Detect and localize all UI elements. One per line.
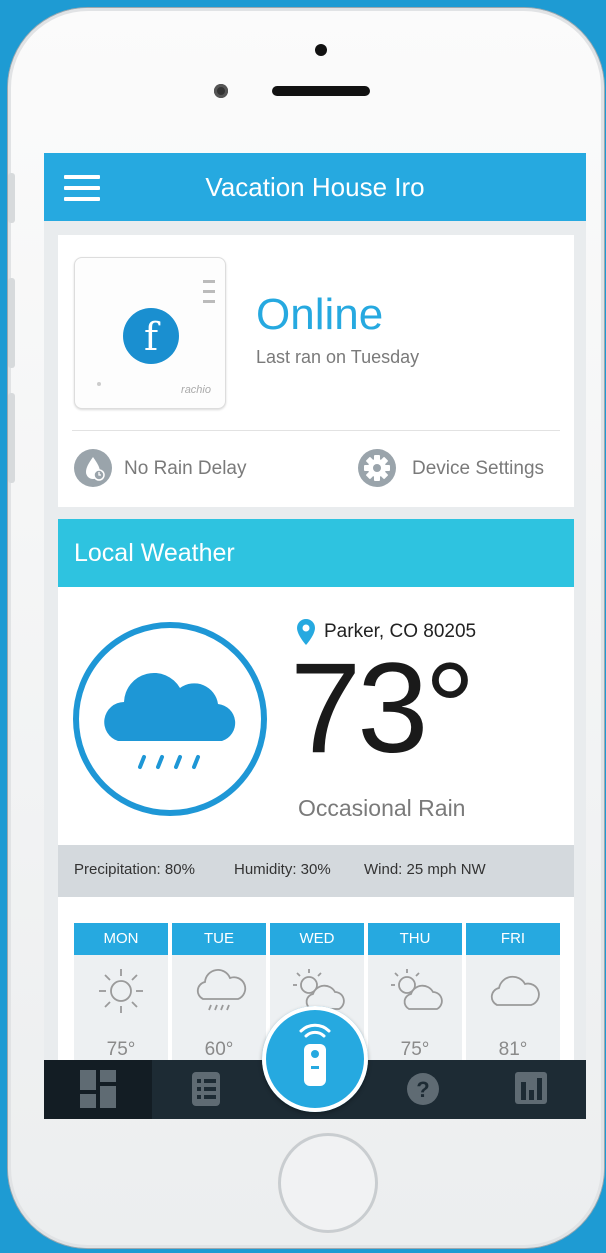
divider (72, 430, 560, 431)
led-indicators (203, 280, 215, 310)
forecast-day-label: WED (270, 923, 364, 955)
earpiece-speaker (272, 86, 370, 96)
device-status: Online (256, 290, 384, 339)
app-title: Vacation House Iro (205, 172, 425, 202)
forecast-temp: 60° (204, 1039, 234, 1060)
device-brand-label: rachio (181, 384, 211, 396)
cloud-icon (490, 975, 540, 1006)
forecast-day-label: THU (368, 923, 462, 955)
gear-icon (358, 449, 396, 487)
rain-cloud-icon (196, 969, 247, 1011)
volume-up-button (8, 278, 15, 368)
nav-dashboard[interactable] (44, 1060, 152, 1119)
mute-switch (8, 173, 15, 223)
forecast-day-label: TUE (172, 923, 266, 955)
sun-icon (99, 969, 143, 1013)
list-icon (192, 1072, 220, 1106)
reports-icon (515, 1072, 547, 1104)
forecast-day-label: FRI (466, 923, 560, 955)
controller-image: f rachio (74, 257, 226, 409)
device-settings-label: Device Settings (412, 458, 545, 479)
dashboard-icon (80, 1070, 116, 1108)
current-temperature: 73° (290, 637, 476, 780)
precipitation-stat: Precipitation: 80% (74, 861, 195, 878)
forecast-temp: 81° (498, 1039, 528, 1060)
device-status-card: f rachio Online Last ran on Tuesday No R… (58, 235, 574, 507)
rain-delay-label: No Rain Delay (124, 458, 247, 479)
forecast-temp: 75° (400, 1039, 430, 1060)
quick-run-remote-button[interactable] (262, 1006, 368, 1112)
proximity-sensor (315, 44, 327, 56)
help-icon: ? (407, 1073, 439, 1105)
svg-text:?: ? (416, 1077, 429, 1102)
weather-title: Local Weather (74, 539, 235, 567)
weather-stats-bar: Precipitation: 80% Humidity: 30% Wind: 2… (58, 845, 574, 897)
app-bar: Vacation House Iro (44, 153, 586, 221)
rain-cloud-icon (73, 622, 267, 816)
remote-icon (299, 1023, 331, 1086)
forecast-day-label: MON (74, 923, 168, 955)
weather-condition: Occasional Rain (298, 795, 466, 821)
rachio-logo-icon: f (123, 308, 179, 364)
last-ran-text: Last ran on Tuesday (256, 347, 420, 367)
nav-schedules[interactable] (152, 1060, 260, 1119)
nav-reports[interactable] (477, 1060, 585, 1119)
humidity-stat: Humidity: 30% (234, 861, 331, 878)
wind-stat: Wind: 25 mph NW (364, 861, 486, 878)
rain-delay-icon (74, 449, 112, 487)
nav-help[interactable]: ? (369, 1060, 477, 1119)
volume-down-button (8, 393, 15, 483)
weather-header: Local Weather (58, 519, 574, 587)
app-screen: Vacation House Iro f rachio Online Last … (44, 153, 586, 1119)
front-camera (214, 84, 228, 98)
partly-cloudy-icon (391, 969, 443, 1010)
home-button[interactable] (278, 1133, 378, 1233)
forecast-temp: 75° (106, 1039, 136, 1060)
